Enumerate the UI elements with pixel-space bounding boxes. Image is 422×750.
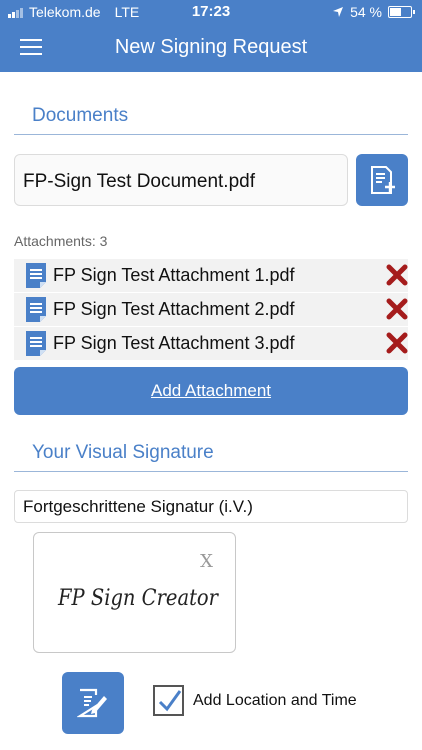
delete-icon[interactable] — [386, 298, 408, 320]
location-arrow-icon — [333, 7, 344, 17]
edit-signature-button[interactable] — [62, 672, 124, 734]
location-time-checkbox[interactable] — [153, 685, 184, 716]
signature-section-title: Your Visual Signature — [32, 442, 214, 463]
documents-divider — [14, 134, 408, 135]
attachments-list: FP Sign Test Attachment 1.pdf FP Sign Te… — [14, 259, 408, 361]
attachment-row[interactable]: FP Sign Test Attachment 1.pdf — [14, 259, 408, 292]
attachment-row[interactable]: FP Sign Test Attachment 2.pdf — [14, 293, 408, 326]
file-icon — [26, 297, 46, 322]
signature-image-text: FP Sign Creator — [57, 586, 219, 611]
attachment-row[interactable]: FP Sign Test Attachment 3.pdf — [14, 327, 408, 360]
file-icon — [26, 331, 46, 356]
checkmark-icon — [158, 690, 182, 712]
signature-preview: X FP Sign Creator — [33, 532, 236, 653]
battery-icon — [388, 6, 415, 18]
delete-icon[interactable] — [386, 332, 408, 354]
add-document-icon — [371, 166, 395, 194]
document-field[interactable]: FP-Sign Test Document.pdf — [14, 154, 348, 206]
select-document-button[interactable] — [356, 154, 408, 206]
attachment-name: FP Sign Test Attachment 3.pdf — [53, 333, 295, 353]
documents-section-title: Documents — [32, 105, 129, 126]
status-bar: Telekom.de LTE 17:23 54 % — [0, 0, 422, 24]
signature-image: FP Sign Creator — [57, 586, 219, 611]
edit-icon — [77, 688, 107, 718]
signature-type-field[interactable]: Fortgeschrittene Signatur (i.V.) — [14, 490, 408, 523]
navbar: New Signing Request — [0, 24, 422, 72]
delete-icon[interactable] — [386, 264, 408, 286]
battery-fill — [390, 8, 401, 16]
page-title: New Signing Request — [114, 36, 308, 58]
add-attachment-button[interactable]: Add Attachment — [14, 367, 408, 415]
file-icon — [26, 263, 46, 288]
clear-signature-button[interactable]: X — [200, 551, 213, 572]
battery-label: 54 % — [350, 4, 382, 20]
status-right: 54 % — [332, 4, 415, 20]
attachment-name: FP Sign Test Attachment 2.pdf — [53, 299, 295, 319]
signature-divider — [14, 471, 408, 472]
attachments-count: Attachments: 3 — [14, 233, 108, 249]
attachment-name: FP Sign Test Attachment 1.pdf — [53, 265, 295, 285]
location-time-label: Add Location and Time — [193, 692, 357, 709]
